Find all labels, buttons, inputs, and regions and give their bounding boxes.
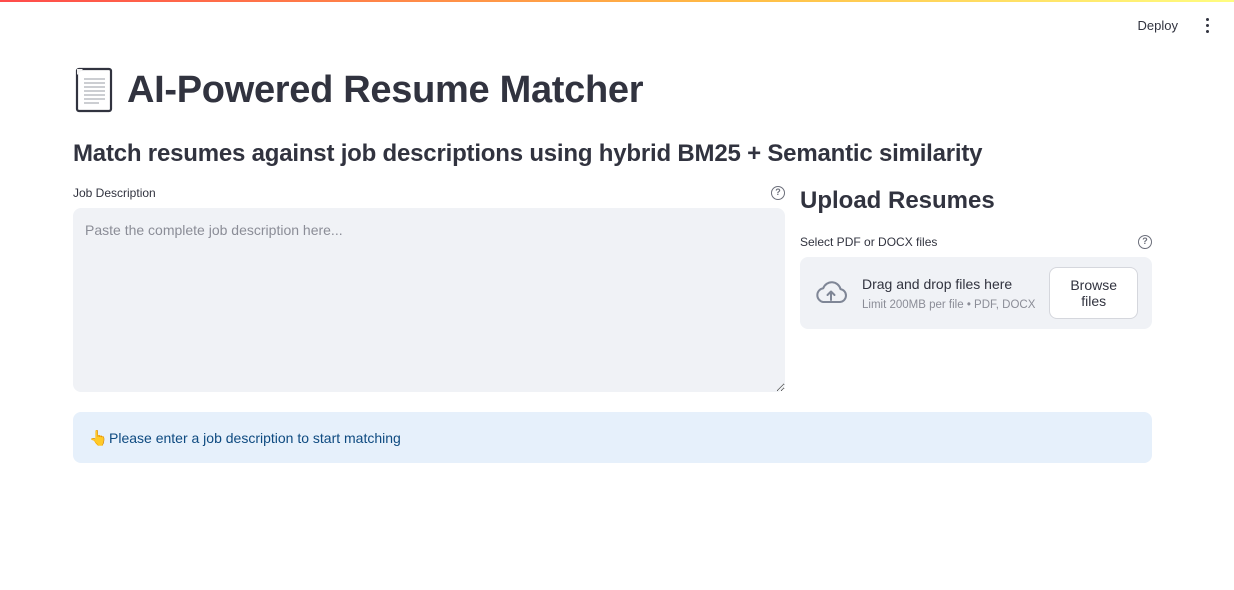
job-description-label: Job Description <box>73 186 156 200</box>
app-header: Deploy <box>1132 14 1216 37</box>
top-decoration-stripe <box>0 0 1234 2</box>
browse-files-button[interactable]: Browse files <box>1049 267 1138 319</box>
dropzone-title: Drag and drop files here <box>862 275 1013 292</box>
deploy-button[interactable]: Deploy <box>1132 14 1184 37</box>
help-circle-icon[interactable]: ? <box>1138 235 1152 249</box>
pointing-hand-icon: 👆 <box>89 429 108 447</box>
file-dropzone[interactable]: Drag and drop files here Limit 200MB per… <box>800 257 1152 329</box>
info-message: Please enter a job description to start … <box>109 429 401 446</box>
main-content: AI-Powered Resume Matcher Match resumes … <box>73 62 1153 463</box>
document-icon <box>73 66 117 114</box>
job-description-textarea[interactable] <box>73 208 785 392</box>
upload-label-row: Select PDF or DOCX files ? <box>800 233 1152 251</box>
kebab-menu-icon[interactable] <box>1198 15 1216 37</box>
help-circle-icon[interactable]: ? <box>771 186 785 200</box>
content-columns: Job Description ? Upload Resumes Select … <box>73 184 1153 397</box>
job-description-label-row: Job Description ? <box>73 184 785 202</box>
dropzone-limit: Limit 200MB per file • PDF, DOCX <box>862 298 1036 311</box>
page-subtitle: Match resumes against job descriptions u… <box>73 140 983 167</box>
dropzone-text: Drag and drop files here Limit 200MB per… <box>862 276 1035 311</box>
job-description-section: Job Description ? <box>73 184 785 397</box>
info-alert: 👆 Please enter a job description to star… <box>73 412 1152 463</box>
page-title-row: AI-Powered Resume Matcher <box>73 62 1153 118</box>
cloud-upload-icon <box>814 280 848 306</box>
upload-section: Upload Resumes Select PDF or DOCX files … <box>800 184 1152 397</box>
upload-heading: Upload Resumes <box>800 187 995 214</box>
upload-label: Select PDF or DOCX files <box>800 235 938 249</box>
page-title: AI-Powered Resume Matcher <box>127 68 644 111</box>
